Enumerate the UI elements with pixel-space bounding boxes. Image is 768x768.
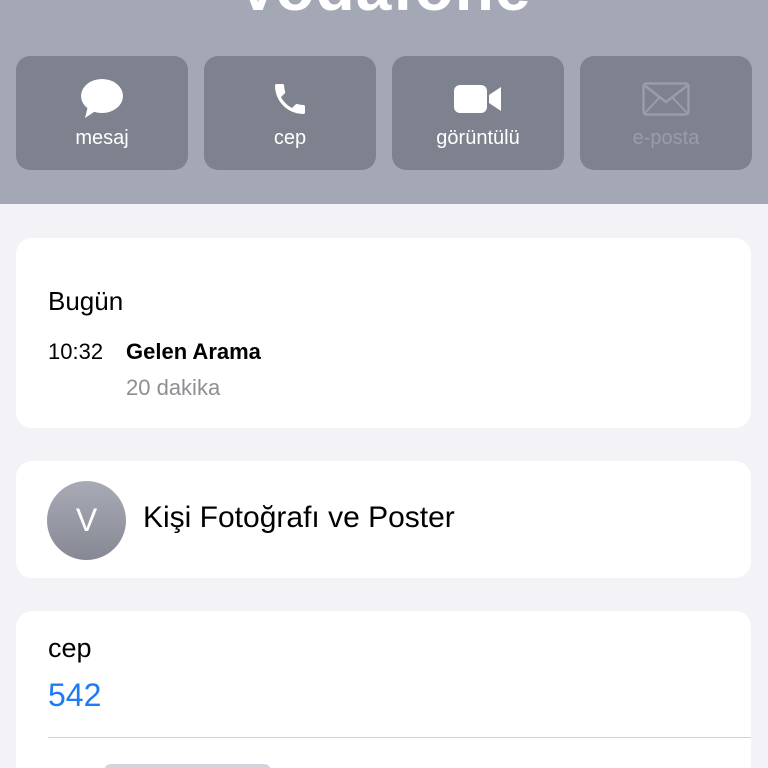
video-call-button-label: görüntülü — [436, 127, 520, 149]
contact-detail-screen: Vodafone mesaj cep — [0, 0, 768, 768]
recent-calls-card: Bugün 10:32 Gelen Arama 20 dakika — [16, 238, 751, 428]
video-camera-icon — [453, 78, 503, 120]
message-button-label: mesaj — [75, 127, 129, 149]
phone-number-link[interactable]: 542 — [48, 677, 101, 714]
contact-photo-poster-row[interactable]: V Kişi Fotoğrafı ve Poster — [16, 461, 751, 578]
next-row-placeholder — [104, 764, 271, 768]
call-mobile-button-label: cep — [273, 127, 307, 149]
phone-label: cep — [48, 633, 92, 663]
call-mobile-button[interactable]: cep — [204, 56, 376, 170]
phone-icon — [270, 78, 310, 120]
divider — [48, 737, 751, 738]
mail-icon — [642, 78, 690, 120]
call-time: 10:32 — [48, 339, 104, 364]
email-button-label: e-posta — [632, 127, 700, 149]
video-call-button[interactable]: görüntülü — [392, 56, 564, 170]
avatar: V — [47, 481, 126, 560]
recents-day-title: Bugün — [48, 286, 124, 316]
message-button[interactable]: mesaj — [16, 56, 188, 170]
email-button[interactable]: e-posta — [580, 56, 752, 170]
call-duration: 20 dakika — [126, 375, 221, 400]
contact-name: Vodafone — [0, 0, 768, 20]
message-bubble-icon — [79, 78, 125, 120]
call-type: Gelen Arama — [126, 339, 261, 364]
contact-header: Vodafone mesaj cep — [0, 0, 768, 204]
contact-photo-poster-label: Kişi Fotoğrafı ve Poster — [143, 501, 455, 534]
phone-numbers-card: cep 542 — [16, 611, 751, 768]
